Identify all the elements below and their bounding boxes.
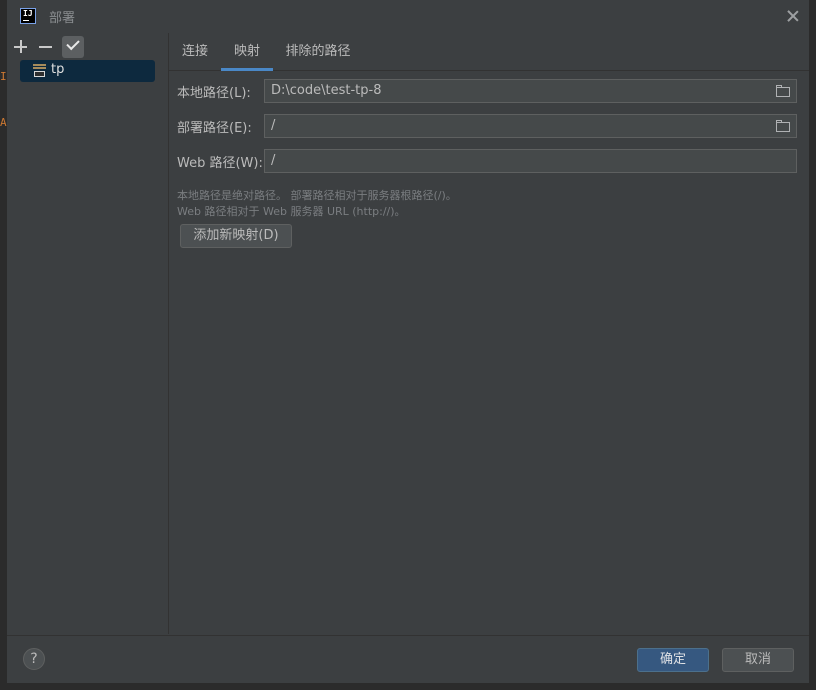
deploy-path-input[interactable]: /: [264, 114, 797, 138]
web-path-input[interactable]: /: [264, 149, 797, 173]
sftp-server-icon: [33, 64, 46, 78]
close-icon[interactable]: [783, 6, 803, 26]
ok-button[interactable]: 确定: [637, 648, 709, 672]
local-path-input[interactable]: D:\code\test-tp-8: [264, 79, 797, 103]
server-item-tp[interactable]: tp: [20, 60, 155, 82]
deploy-path-value: /: [271, 118, 276, 133]
deploy-path-label: 部署路径(E):: [177, 121, 252, 136]
hint-text-line1: 本地路径是绝对路径。 部署路径相对于服务器根路径(/)。: [177, 189, 457, 202]
web-path-value: /: [271, 153, 276, 168]
web-path-label: Web 路径(W):: [177, 156, 263, 171]
folder-icon[interactable]: [776, 85, 790, 97]
dialog-title: 部署: [49, 11, 76, 26]
server-list-toolbar: [7, 35, 167, 59]
help-button[interactable]: ?: [23, 648, 45, 670]
deployment-dialog: IJ 部署 tp 连接 映射 排除的路径 本地路径(L): D:\code\te…: [7, 0, 810, 684]
title-bar: IJ 部署: [7, 0, 809, 33]
tab-mappings[interactable]: 映射: [221, 33, 273, 71]
cancel-button[interactable]: 取消: [722, 648, 794, 672]
remove-icon[interactable]: [36, 37, 56, 57]
tab-connection[interactable]: 连接: [169, 33, 221, 70]
local-path-value: D:\code\test-tp-8: [271, 83, 382, 98]
add-new-mapping-button[interactable]: 添加新映射(D): [180, 224, 292, 248]
editor-fragment: I: [0, 70, 7, 83]
hint-text-line2: Web 路径相对于 Web 服务器 URL (http://)。: [177, 205, 406, 218]
local-path-label: 本地路径(L):: [177, 86, 251, 101]
server-list-pane: tp: [7, 33, 169, 634]
set-default-check-icon[interactable]: [62, 36, 84, 58]
editor-fragment: A: [0, 116, 7, 129]
intellij-logo-icon: IJ: [20, 8, 36, 24]
folder-icon[interactable]: [776, 120, 790, 132]
add-icon[interactable]: [11, 37, 31, 57]
tab-excluded-paths[interactable]: 排除的路径: [273, 33, 363, 70]
tab-bar: 连接 映射 排除的路径: [169, 33, 809, 71]
server-item-label: tp: [51, 62, 65, 77]
dialog-footer: ? 确定 取消: [7, 635, 809, 684]
